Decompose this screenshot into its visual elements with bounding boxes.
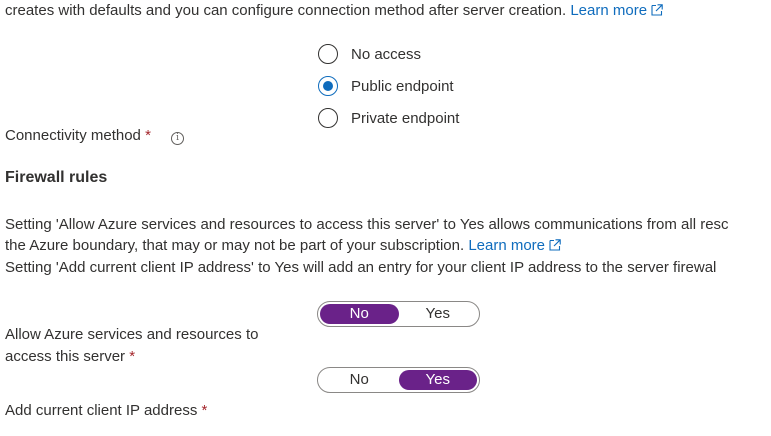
- allow-azure-services-toggle[interactable]: No Yes: [317, 301, 480, 327]
- firewall-desc-line-2-text: the Azure boundary, that may or may not …: [5, 237, 465, 254]
- required-asterisk: *: [145, 127, 151, 144]
- radio-public-endpoint[interactable]: Public endpoint: [318, 74, 454, 98]
- add-client-ip-label: Add current client IP address *: [5, 401, 207, 421]
- radio-private-endpoint-circle[interactable]: [318, 108, 338, 128]
- sql-networking-page: creates with defaults and you can config…: [0, 0, 771, 436]
- radio-no-access[interactable]: No access: [318, 42, 421, 66]
- add-client-ip-yes-option[interactable]: Yes: [398, 370, 477, 390]
- required-asterisk: *: [129, 348, 136, 365]
- firewall-rules-heading: Firewall rules: [5, 169, 108, 186]
- allow-azure-label-line-2-text: access this server: [5, 348, 126, 365]
- radio-no-access-label: No access: [351, 45, 422, 63]
- external-link-icon: [549, 239, 561, 251]
- add-client-ip-toggle[interactable]: No Yes: [317, 367, 480, 393]
- connectivity-method-label-text: Connectivity method: [5, 127, 141, 144]
- learn-more-link-top-label: Learn more: [570, 2, 648, 19]
- required-asterisk: *: [201, 402, 208, 419]
- radio-no-access-circle[interactable]: [318, 44, 338, 64]
- learn-more-link-firewall[interactable]: Learn more: [468, 237, 561, 254]
- allow-azure-yes-option[interactable]: Yes: [399, 304, 478, 324]
- connectivity-method-label: Connectivity method * i: [5, 126, 185, 146]
- allow-azure-no-option[interactable]: No: [320, 304, 399, 324]
- radio-private-endpoint[interactable]: Private endpoint: [318, 106, 459, 130]
- learn-more-link-firewall-label: Learn more: [468, 237, 546, 254]
- add-client-ip-no-option[interactable]: No: [320, 370, 399, 390]
- info-icon[interactable]: i: [171, 132, 185, 145]
- allow-azure-label-line-2: access this server *: [5, 347, 135, 367]
- firewall-desc-line-3: Setting 'Add current client IP address' …: [5, 259, 717, 276]
- firewall-desc-line-2: the Azure boundary, that may or may not …: [5, 236, 561, 256]
- external-link-icon: [651, 4, 663, 16]
- learn-more-link-top[interactable]: Learn more: [570, 2, 663, 19]
- firewall-desc-line-1: Setting 'Allow Azure services and resour…: [5, 216, 729, 233]
- connection-method-note: creates with defaults and you can config…: [5, 1, 663, 21]
- radio-private-endpoint-label: Private endpoint: [351, 109, 460, 127]
- add-client-ip-label-text: Add current client IP address: [5, 402, 198, 419]
- radio-public-endpoint-circle[interactable]: [318, 76, 338, 96]
- connection-method-note-text: creates with defaults and you can config…: [5, 2, 567, 19]
- radio-public-endpoint-label: Public endpoint: [351, 77, 454, 95]
- allow-azure-label-line-1: Allow Azure services and resources to: [5, 326, 259, 343]
